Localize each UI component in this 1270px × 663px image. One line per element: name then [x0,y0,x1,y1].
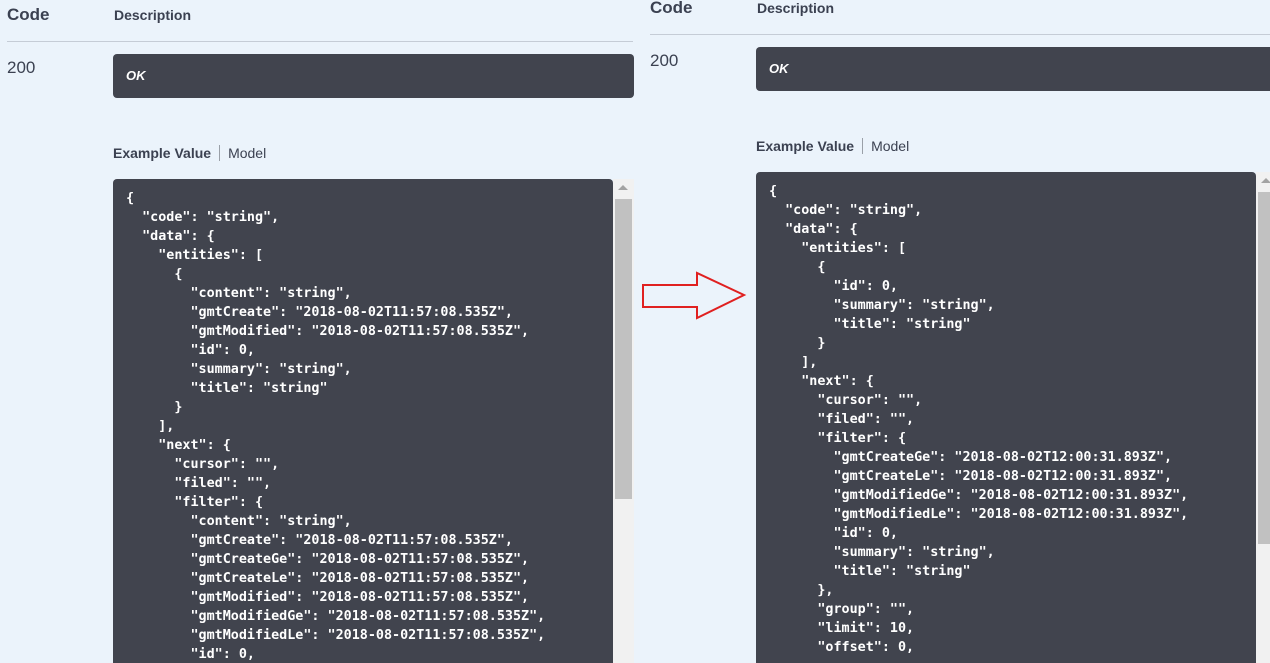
response-panel-after: Code Description 200 OK Example Value Mod… [643,0,1270,663]
response-panel-before: Code Description 200 OK Example Value Mod… [0,0,640,663]
tab-model[interactable]: Model [220,145,266,161]
scroll-up-icon[interactable] [1261,178,1270,183]
column-header-code: Code [650,0,693,17]
example-json-text: { "code": "string", "data": { "entities"… [126,191,546,662]
scroll-up-icon[interactable] [618,185,628,190]
response-description: OK [113,54,634,98]
status-code: 200 [650,51,679,70]
example-tabs: Example Value Model [113,145,266,161]
column-header-code: Code [7,5,50,24]
tab-model[interactable]: Model [863,138,909,154]
code-scrollbar[interactable] [613,179,634,663]
column-header-description: Description [757,0,835,16]
tab-example-value[interactable]: Example Value [756,138,864,154]
scrollbar-thumb[interactable] [615,199,632,499]
responses-table-header: Code Description [7,0,633,42]
column-header-description: Description [114,7,192,23]
code-scrollbar[interactable] [1256,172,1270,663]
example-json-code[interactable]: { "code": "string", "data": { "entities"… [113,179,613,663]
status-code: 200 [7,58,36,77]
example-json-text: { "code": "string", "data": { "entities"… [769,184,1189,655]
tab-example-value[interactable]: Example Value [113,145,221,161]
example-json-code[interactable]: { "code": "string", "data": { "entities"… [756,172,1256,663]
responses-table-header: Code Description [650,0,1270,35]
response-description: OK [756,47,1270,91]
example-tabs: Example Value Model [756,138,909,154]
scrollbar-thumb[interactable] [1258,192,1270,544]
